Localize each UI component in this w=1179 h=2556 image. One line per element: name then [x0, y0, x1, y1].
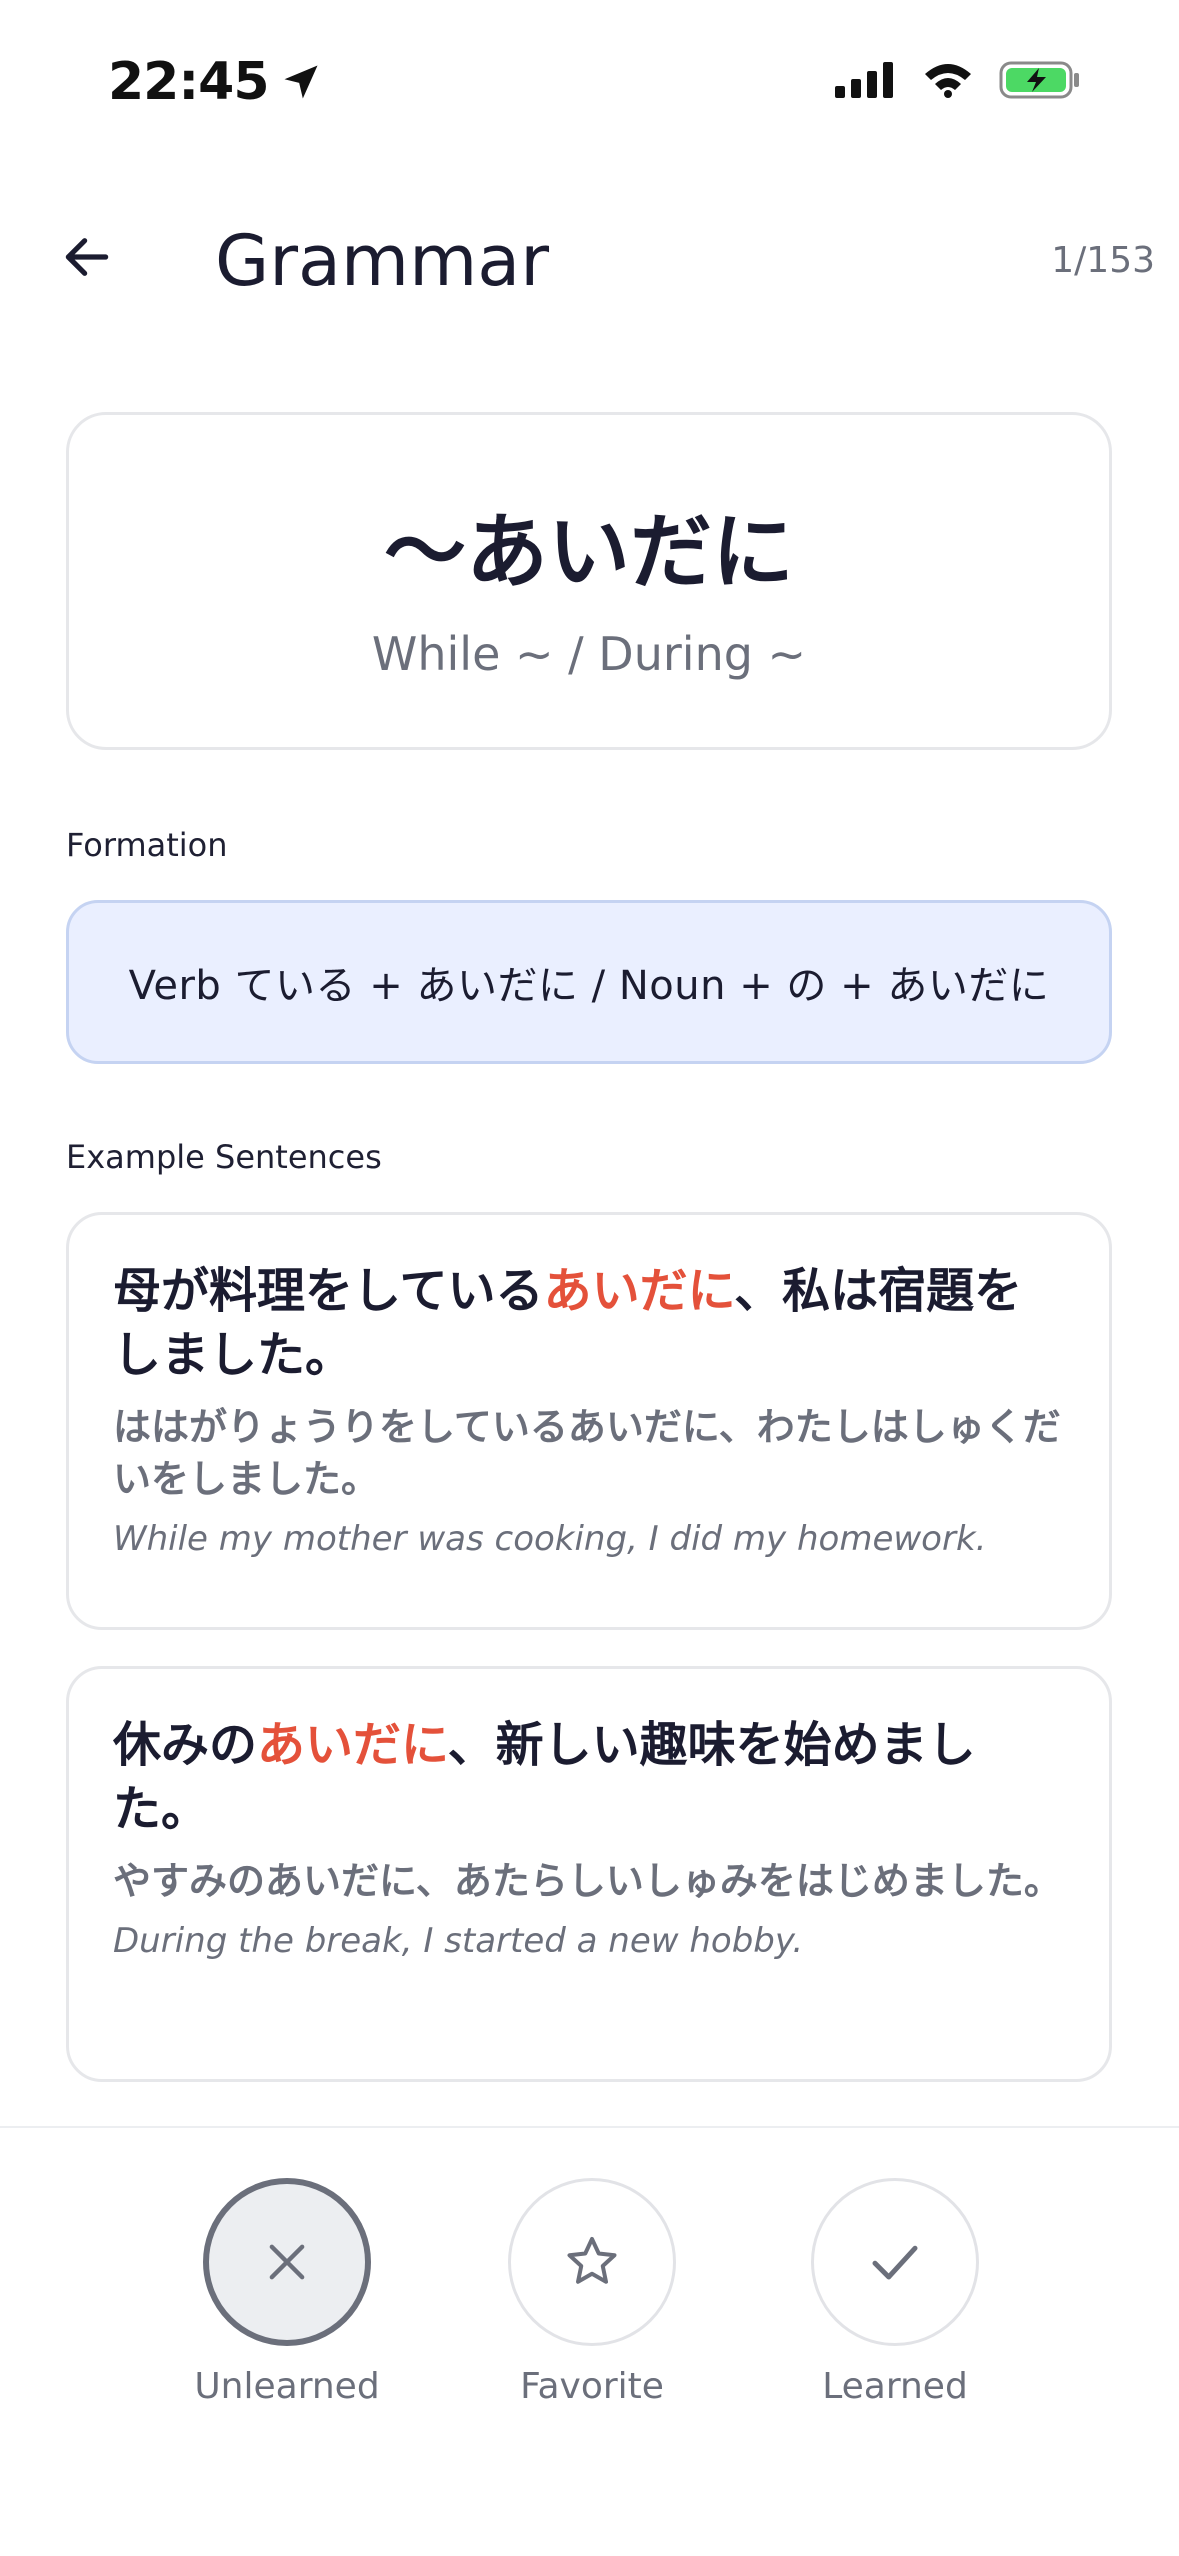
favorite-label: Favorite [520, 2366, 664, 2407]
formation-text: Verb ている + あいだに / Noun + の + あいだに [128, 963, 1050, 1009]
cellular-signal-icon [835, 62, 893, 98]
example-sentence: 母が料理をしているあいだに、私は宿題をしました。 [113, 1259, 1065, 1387]
example-reading: ははがりょうりをしているあいだに、わたしはしゅくだいをしました。 [113, 1405, 1061, 1501]
bottom-bar-divider [0, 2126, 1179, 2128]
learned-label: Learned [822, 2366, 968, 2407]
status-time-text: 22:45 [108, 52, 270, 112]
back-button[interactable] [52, 222, 122, 292]
example-reading: やすみのあいだに、あたらしいしゅみをはじめました。 [113, 1859, 1062, 1903]
grammar-pattern: 〜あいだに [383, 505, 794, 600]
example-card: 母が料理をしているあいだに、私は宿題をしました。 ははがりょうりをしているあいだ… [66, 1212, 1112, 1630]
star-icon [567, 2237, 617, 2284]
grammar-meaning: While ~ / During ~ [371, 627, 807, 681]
unlearned-button[interactable] [203, 2178, 371, 2346]
example-sentence-before: 休みの [113, 1717, 258, 1773]
example-translation: During the break, I started a new hobby. [113, 1921, 804, 1961]
learned-button[interactable] [811, 2178, 979, 2346]
example-translation: While my mother was cooking, I did my ho… [113, 1519, 987, 1559]
example-card: 休みのあいだに、新しい趣味を始めました。 やすみのあいだに、あたらしいしゅみをは… [66, 1666, 1112, 2082]
location-arrow-icon [284, 65, 318, 99]
progress-counter: 1/153 [1051, 240, 1155, 281]
status-icons [835, 60, 1081, 100]
wifi-icon [925, 64, 971, 98]
examples-label: Example Sentences [66, 1138, 382, 1176]
example-sentence-highlight: あいだに [257, 1717, 448, 1773]
close-icon [269, 2244, 305, 2280]
arrow-left-icon [65, 238, 109, 276]
page-title: Grammar [215, 220, 549, 302]
example-sentence: 休みのあいだに、新しい趣味を始めました。 [113, 1713, 1065, 1841]
formation-label: Formation [66, 826, 228, 864]
favorite-button[interactable] [508, 2178, 676, 2346]
checkmark-icon [872, 2245, 918, 2280]
example-sentence-highlight: あいだに [543, 1263, 735, 1319]
example-sentence-before: 母が料理をしている [113, 1263, 544, 1319]
battery-charging-icon [999, 61, 1079, 99]
grammar-card: 〜あいだに While ~ / During ~ [66, 412, 1112, 750]
unlearned-label: Unlearned [194, 2366, 380, 2407]
status-time: 22:45 [108, 52, 323, 112]
formation-box: Verb ている + あいだに / Noun + の + あいだに [66, 900, 1112, 1064]
